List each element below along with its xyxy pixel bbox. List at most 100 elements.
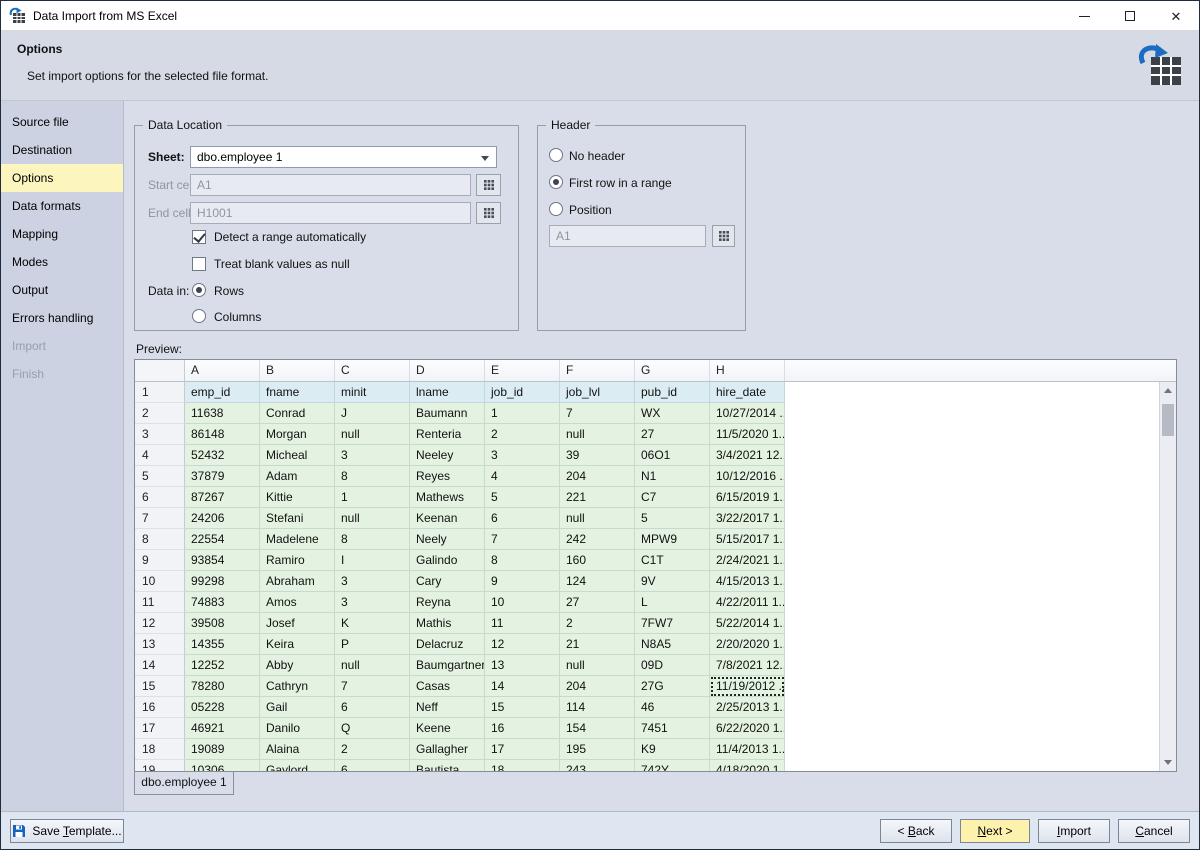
grid-cell-B19[interactable]: Gaylord — [260, 760, 335, 772]
grid-cell-F1[interactable]: job_lvl — [560, 382, 635, 403]
grid-cell-D18[interactable]: Gallagher — [410, 739, 485, 760]
first-row-radio[interactable] — [549, 175, 563, 189]
grid-cell-F5[interactable]: 204 — [560, 466, 635, 487]
grid-cell-G9[interactable]: C1T — [635, 550, 710, 571]
grid-cell-G5[interactable]: N1 — [635, 466, 710, 487]
grid-cell-F4[interactable]: 39 — [560, 445, 635, 466]
grid-cell-H16[interactable]: 2/25/2013 1... — [710, 697, 785, 718]
grid-cell-E7[interactable]: 6 — [485, 508, 560, 529]
grid-cell-E9[interactable]: 8 — [485, 550, 560, 571]
detect-range-checkbox[interactable] — [192, 230, 206, 244]
grid-cell-C19[interactable]: 6 — [335, 760, 410, 772]
grid-cell-B1[interactable]: fname — [260, 382, 335, 403]
grid-cell-F9[interactable]: 160 — [560, 550, 635, 571]
grid-cell-D3[interactable]: Renteria — [410, 424, 485, 445]
grid-cell-F15[interactable]: 204 — [560, 676, 635, 697]
grid-cell-H7[interactable]: 3/22/2017 1... — [710, 508, 785, 529]
import-button[interactable]: Import — [1038, 819, 1110, 843]
grid-cell-F16[interactable]: 114 — [560, 697, 635, 718]
end-cell-range-button[interactable] — [476, 202, 501, 224]
grid-cell-F8[interactable]: 242 — [560, 529, 635, 550]
grid-cell-A15[interactable]: 78280 — [185, 676, 260, 697]
grid-cell-A11[interactable]: 74883 — [185, 592, 260, 613]
grid-cell-F19[interactable]: 243 — [560, 760, 635, 772]
grid-cell-G16[interactable]: 46 — [635, 697, 710, 718]
grid-cell-A18[interactable]: 19089 — [185, 739, 260, 760]
data-in-columns-radio[interactable] — [192, 309, 206, 323]
grid-cell-F7[interactable]: null — [560, 508, 635, 529]
grid-cell-G3[interactable]: 27 — [635, 424, 710, 445]
grid-cell-B7[interactable]: Stefani — [260, 508, 335, 529]
grid-cell-B12[interactable]: Josef — [260, 613, 335, 634]
grid-cell-H15[interactable]: 11/19/2012 ... — [710, 676, 785, 697]
grid-cell-H17[interactable]: 6/22/2020 1... — [710, 718, 785, 739]
grid-cell-E11[interactable]: 10 — [485, 592, 560, 613]
grid-cell-H14[interactable]: 7/8/2021 12... — [710, 655, 785, 676]
grid-cell-H9[interactable]: 2/24/2021 1... — [710, 550, 785, 571]
grid-cell-C16[interactable]: 6 — [335, 697, 410, 718]
grid-cell-B2[interactable]: Conrad — [260, 403, 335, 424]
grid-cell-D2[interactable]: Baumann — [410, 403, 485, 424]
grid-cell-H1[interactable]: hire_date — [710, 382, 785, 403]
grid-cell-B8[interactable]: Madelene — [260, 529, 335, 550]
grid-cell-G12[interactable]: 7FW7 — [635, 613, 710, 634]
grid-cell-C14[interactable]: null — [335, 655, 410, 676]
grid-cell-H10[interactable]: 4/15/2013 1... — [710, 571, 785, 592]
start-cell-range-button[interactable] — [476, 174, 501, 196]
grid-cell-F14[interactable]: null — [560, 655, 635, 676]
grid-cell-B17[interactable]: Danilo — [260, 718, 335, 739]
grid-cell-B11[interactable]: Amos — [260, 592, 335, 613]
grid-cell-B13[interactable]: Keira — [260, 634, 335, 655]
grid-cell-E15[interactable]: 14 — [485, 676, 560, 697]
grid-cell-C17[interactable]: Q — [335, 718, 410, 739]
position-range-button[interactable] — [712, 225, 735, 247]
chevron-down-icon[interactable] — [481, 156, 489, 161]
sidebar-item-data-formats[interactable]: Data formats — [1, 192, 123, 220]
grid-cell-D14[interactable]: Baumgartner — [410, 655, 485, 676]
grid-cell-E8[interactable]: 7 — [485, 529, 560, 550]
grid-cell-A8[interactable]: 22554 — [185, 529, 260, 550]
grid-cell-E5[interactable]: 4 — [485, 466, 560, 487]
grid-cell-A2[interactable]: 11638 — [185, 403, 260, 424]
grid-cell-B15[interactable]: Cathryn — [260, 676, 335, 697]
grid-cell-G18[interactable]: K9 — [635, 739, 710, 760]
grid-cell-D7[interactable]: Keenan — [410, 508, 485, 529]
grid-cell-B9[interactable]: Ramiro — [260, 550, 335, 571]
grid-cell-H18[interactable]: 11/4/2013 1... — [710, 739, 785, 760]
grid-cell-F3[interactable]: null — [560, 424, 635, 445]
grid-cell-A5[interactable]: 37879 — [185, 466, 260, 487]
grid-cell-E10[interactable]: 9 — [485, 571, 560, 592]
grid-cell-A3[interactable]: 86148 — [185, 424, 260, 445]
grid-cell-C18[interactable]: 2 — [335, 739, 410, 760]
grid-cell-F12[interactable]: 2 — [560, 613, 635, 634]
grid-cell-H13[interactable]: 2/20/2020 1... — [710, 634, 785, 655]
grid-cell-H5[interactable]: 10/12/2016 ... — [710, 466, 785, 487]
grid-cell-C2[interactable]: J — [335, 403, 410, 424]
data-in-rows-radio[interactable] — [192, 283, 206, 297]
scroll-up-button[interactable] — [1160, 382, 1176, 399]
grid-cell-B5[interactable]: Adam — [260, 466, 335, 487]
grid-cell-A1[interactable]: emp_id — [185, 382, 260, 403]
vertical-scrollbar[interactable] — [1159, 382, 1176, 771]
sidebar-item-mapping[interactable]: Mapping — [1, 220, 123, 248]
grid-cell-H6[interactable]: 6/15/2019 1... — [710, 487, 785, 508]
grid-cell-F13[interactable]: 21 — [560, 634, 635, 655]
grid-cell-C8[interactable]: 8 — [335, 529, 410, 550]
grid-cell-D11[interactable]: Reyna — [410, 592, 485, 613]
grid-cell-A12[interactable]: 39508 — [185, 613, 260, 634]
grid-cell-F6[interactable]: 221 — [560, 487, 635, 508]
grid-cell-C13[interactable]: P — [335, 634, 410, 655]
grid-cell-B14[interactable]: Abby — [260, 655, 335, 676]
grid-cell-E12[interactable]: 11 — [485, 613, 560, 634]
grid-cell-B18[interactable]: Alaina — [260, 739, 335, 760]
grid-cell-D15[interactable]: Casas — [410, 676, 485, 697]
grid-cell-D4[interactable]: Neeley — [410, 445, 485, 466]
grid-cell-D10[interactable]: Cary — [410, 571, 485, 592]
grid-cell-G8[interactable]: MPW9 — [635, 529, 710, 550]
grid-cell-E4[interactable]: 3 — [485, 445, 560, 466]
grid-cell-B6[interactable]: Kittie — [260, 487, 335, 508]
grid-cell-A16[interactable]: 05228 — [185, 697, 260, 718]
grid-cell-D17[interactable]: Keene — [410, 718, 485, 739]
grid-cell-D8[interactable]: Neely — [410, 529, 485, 550]
grid-cell-C11[interactable]: 3 — [335, 592, 410, 613]
